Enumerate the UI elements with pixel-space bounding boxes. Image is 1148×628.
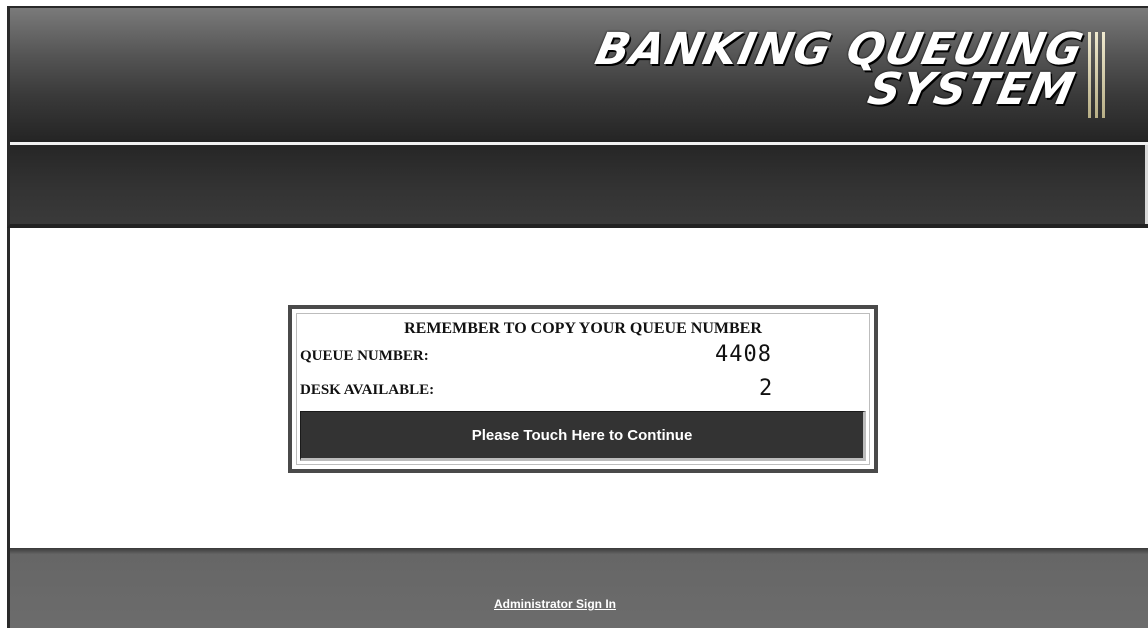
continue-button[interactable]: Please Touch Here to Continue — [300, 411, 866, 461]
queue-ticket-inner: REMEMBER TO COPY YOUR QUEUE NUMBER QUEUE… — [296, 313, 870, 465]
queue-ticket-panel: REMEMBER TO COPY YOUR QUEUE NUMBER QUEUE… — [288, 305, 878, 473]
queue-number-value: 4408 — [715, 342, 772, 367]
desk-available-value: 2 — [759, 376, 774, 401]
app-logo: BANKING QUEUING SYSTEM — [583, 24, 1088, 115]
desk-available-label: DESK AVAILABLE: — [300, 382, 435, 398]
page-frame: BANKING QUEUING SYSTEM REMEMBER TO COPY … — [7, 6, 1148, 628]
header-banner: BANKING QUEUING SYSTEM — [10, 8, 1148, 142]
header: BANKING QUEUING SYSTEM — [7, 6, 1148, 228]
logo-title-line2: SYSTEM — [863, 64, 1080, 115]
reminder-heading: REMEMBER TO COPY YOUR QUEUE NUMBER — [404, 320, 762, 337]
queue-number-label: QUEUE NUMBER: — [300, 348, 429, 364]
header-nav-bar — [10, 145, 1148, 224]
footer: Administrator Sign In — [7, 548, 1148, 628]
logo-bars-icon — [1086, 32, 1108, 118]
main-content: REMEMBER TO COPY YOUR QUEUE NUMBER QUEUE… — [7, 228, 1148, 548]
administrator-sign-in-link[interactable]: Administrator Sign In — [494, 597, 616, 611]
